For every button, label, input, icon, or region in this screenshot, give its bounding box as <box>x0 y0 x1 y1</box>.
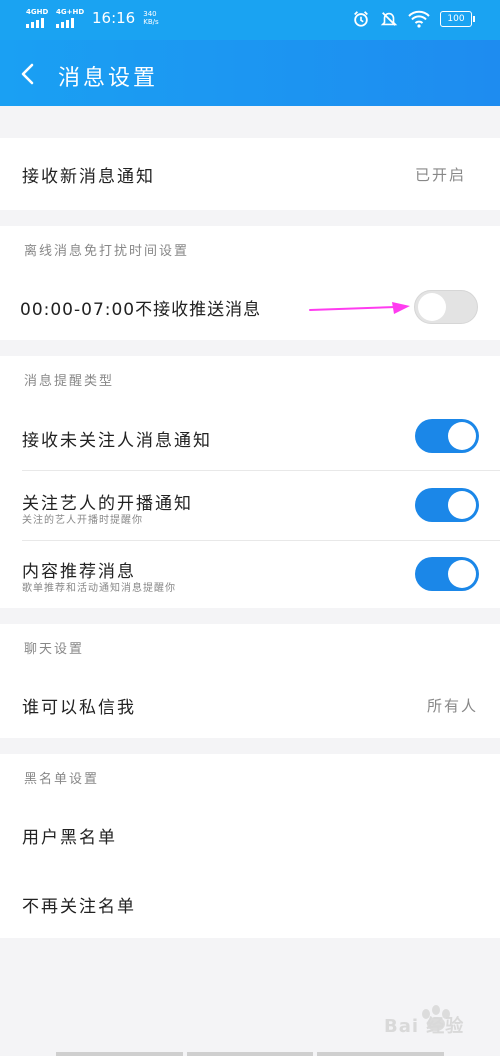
stranger-message-toggle[interactable] <box>415 419 479 453</box>
new-message-value: 已开启 <box>414 166 466 184</box>
offline-toggle[interactable] <box>414 290 478 324</box>
page-title: 消息设置 <box>58 66 159 91</box>
wifi-icon <box>408 10 430 28</box>
bottom-nav-bar <box>56 1052 445 1056</box>
offline-row[interactable]: 00:00-07:00不接收推送消息 <box>0 270 500 340</box>
mute-icon <box>380 12 398 26</box>
annotation-arrow-icon <box>309 302 410 314</box>
chat-privacy-value: 所有人 <box>426 697 478 715</box>
chat-section: 聊天设置 谁可以私信我 所有人 <box>0 624 500 738</box>
reminder-row-live[interactable]: 关注艺人的开播通知 关注的艺人开播时提醒你 <box>0 471 500 540</box>
chat-privacy-row[interactable]: 谁可以私信我 所有人 <box>0 668 500 738</box>
reminder-row-recommend[interactable]: 内容推荐消息 歌单推荐和活动通知消息提醒你 <box>0 541 500 608</box>
network-speed: 340 KB/s <box>143 10 159 26</box>
recommend-toggle[interactable] <box>415 557 479 591</box>
signal-icon-2: 4G+HD <box>56 8 84 28</box>
signal-icon: 4GHD <box>26 8 48 28</box>
reminder-label: 接收未关注人消息通知 <box>22 431 212 451</box>
alarm-icon <box>354 11 368 27</box>
back-arrow-icon[interactable] <box>18 62 38 86</box>
toggle-knob <box>418 293 446 321</box>
chat-privacy-label: 谁可以私信我 <box>22 698 136 718</box>
toggle-knob <box>448 560 476 588</box>
offline-section-title: 离线消息免打扰时间设置 <box>24 244 190 259</box>
reminder-sub: 关注的艺人开播时提醒你 <box>22 515 143 526</box>
reminder-row-stranger[interactable]: 接收未关注人消息通知 <box>0 402 500 470</box>
clock: 16:16 <box>92 9 136 27</box>
blacklist-section-title: 黑名单设置 <box>24 772 100 787</box>
live-notify-toggle[interactable] <box>415 488 479 522</box>
new-message-row[interactable]: 接收新消息通知 已开启 <box>0 138 500 210</box>
network-type-2: 4G+HD <box>56 8 85 16</box>
new-message-label: 接收新消息通知 <box>22 167 155 187</box>
offline-section: 离线消息免打扰时间设置 00:00-07:00不接收推送消息 <box>0 226 500 340</box>
toggle-knob <box>448 491 476 519</box>
toggle-knob <box>448 422 476 450</box>
offline-label: 00:00-07:00不接收推送消息 <box>20 300 262 320</box>
unfollow-list-label: 不再关注名单 <box>22 897 136 917</box>
user-blacklist-label: 用户黑名单 <box>22 828 117 848</box>
user-blacklist-row[interactable]: 用户黑名单 <box>0 798 500 868</box>
reminder-section: 消息提醒类型 接收未关注人消息通知 关注艺人的开播通知 关注的艺人开播时提醒你 … <box>0 356 500 608</box>
status-bar: 4GHD 4G+HD 16:16 340 KB/s 100 <box>0 0 500 40</box>
chat-section-title: 聊天设置 <box>24 642 85 657</box>
reminder-sub: 歌单推荐和活动通知消息提醒你 <box>22 583 176 594</box>
watermark-text: Bai 经验 <box>384 1016 465 1037</box>
blacklist-section: 黑名单设置 用户黑名单 不再关注名单 <box>0 754 500 938</box>
battery-icon: 100 <box>440 11 475 27</box>
unfollow-list-row[interactable]: 不再关注名单 <box>0 868 500 938</box>
app-header: 消息设置 <box>0 40 500 106</box>
reminder-section-title: 消息提醒类型 <box>24 374 115 389</box>
network-type-1: 4GHD <box>26 8 49 16</box>
new-message-section: 接收新消息通知 已开启 <box>0 138 500 210</box>
